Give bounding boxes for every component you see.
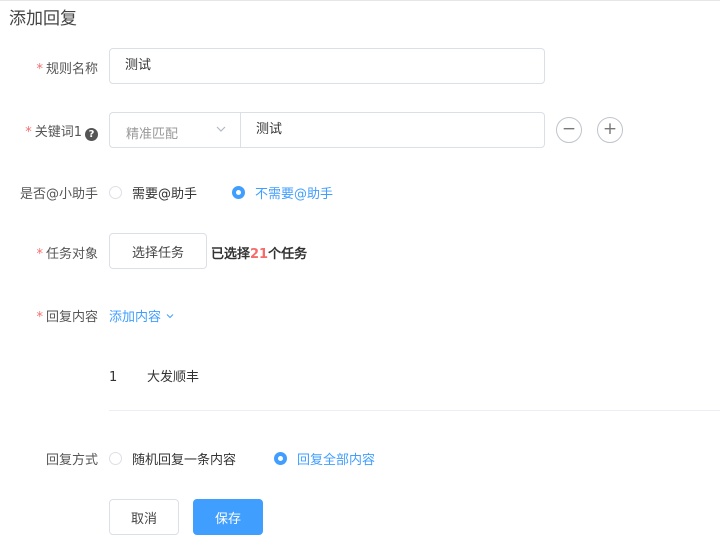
item-index: 1: [109, 370, 118, 385]
select-task-button[interactable]: 选择任务: [109, 233, 207, 269]
chevron-down-icon: [216, 126, 226, 132]
selected-task-summary: 已选择21个任务: [211, 247, 308, 262]
match-type-value: 精准匹配: [126, 127, 179, 142]
cancel-button[interactable]: 取消: [109, 499, 179, 535]
required-mark: *: [36, 310, 43, 325]
radio-dot-selected: [274, 452, 287, 465]
question-circle-icon[interactable]: ?: [85, 128, 98, 141]
keyword-label: * 关键词1?: [25, 121, 98, 141]
add-keyword-button[interactable]: +: [597, 117, 623, 143]
radio-dot: [109, 452, 122, 465]
match-type-select[interactable]: 精准匹配: [109, 112, 240, 148]
radio-reply-all[interactable]: 回复全部内容: [274, 449, 375, 468]
radio-no-assistant[interactable]: 不需要@助手: [232, 183, 333, 202]
content-divider: [109, 410, 720, 411]
top-divider: [0, 0, 720, 1]
remove-keyword-button[interactable]: −: [556, 117, 582, 143]
reply-mode-label: 回复方式: [45, 453, 98, 468]
radio-need-assistant[interactable]: 需要@助手: [109, 183, 197, 202]
rule-name-label: * 规则名称: [36, 62, 98, 77]
radio-dot-selected: [232, 186, 245, 199]
required-mark: *: [36, 62, 43, 77]
chevron-down-icon: [166, 314, 174, 319]
item-text: 大发顺丰: [147, 370, 200, 385]
add-content-dropdown[interactable]: 添加内容: [109, 306, 175, 325]
page-title: 添加回复: [9, 9, 77, 29]
save-button[interactable]: 保存: [193, 499, 263, 535]
radio-dot: [109, 186, 122, 199]
selected-count: 21: [250, 247, 269, 262]
reply-content-label: * 回复内容: [36, 310, 98, 325]
required-mark: *: [25, 125, 32, 140]
rule-name-input[interactable]: 测试: [109, 48, 545, 84]
task-label: * 任务对象: [36, 247, 98, 262]
reply-content-item: 1 大发顺丰: [109, 366, 199, 385]
assistant-label: 是否@小助手: [19, 187, 98, 202]
required-mark: *: [36, 247, 43, 262]
radio-random-reply[interactable]: 随机回复一条内容: [109, 449, 236, 468]
keyword-input[interactable]: 测试: [240, 112, 545, 148]
